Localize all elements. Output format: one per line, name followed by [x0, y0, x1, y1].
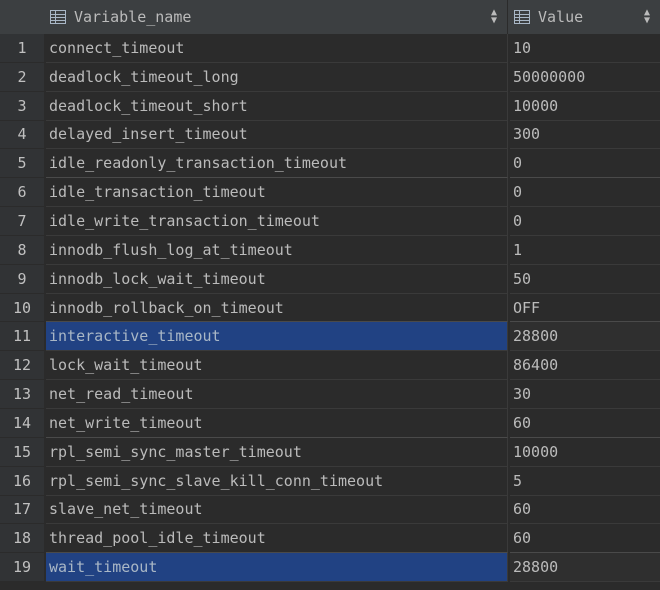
row-number[interactable]: 1 — [0, 34, 44, 63]
cell-value[interactable]: 60 — [510, 524, 660, 554]
row-number[interactable]: 3 — [0, 91, 44, 121]
table-row[interactable]: 11 interactive_timeout 28800 — [0, 322, 660, 352]
column-header-value[interactable]: Value ▲ ▼ — [510, 0, 660, 34]
row-number[interactable]: 6 — [0, 178, 44, 208]
cell-variable-name[interactable]: net_write_timeout — [46, 408, 508, 438]
cell-variable-name[interactable]: wait_timeout — [46, 553, 508, 583]
table-row[interactable]: 13 net_read_timeout 30 — [0, 380, 660, 409]
column-header-label: Value — [538, 8, 584, 26]
table-row[interactable]: 17 slave_net_timeout 60 — [0, 495, 660, 525]
table-row[interactable]: 8 innodb_flush_log_at_timeout 1 — [0, 235, 660, 265]
cell-value[interactable]: 0 — [510, 149, 660, 179]
cell-value[interactable]: 30 — [510, 380, 660, 409]
row-number[interactable]: 15 — [0, 437, 44, 467]
table-row[interactable]: 16 rpl_semi_sync_slave_kill_conn_timeout 5 — [0, 466, 660, 496]
row-number[interactable]: 12 — [0, 351, 44, 381]
cell-variable-name[interactable]: rpl_semi_sync_master_timeout — [46, 437, 508, 467]
cell-value[interactable]: 28800 — [510, 553, 660, 583]
cell-value[interactable]: OFF — [510, 294, 660, 323]
row-number[interactable]: 16 — [0, 466, 44, 496]
cell-variable-name[interactable]: idle_transaction_timeout — [46, 178, 508, 208]
cell-value[interactable]: 86400 — [510, 351, 660, 381]
cell-value[interactable]: 60 — [510, 409, 660, 438]
table-row[interactable]: 15 rpl_semi_sync_master_timeout 10000 — [0, 437, 660, 467]
result-grid: Variable_name ▲ ▼ Value ▲ ▼ 1 connect_timeo… — [0, 0, 660, 590]
row-number[interactable]: 8 — [0, 235, 44, 265]
cell-variable-name[interactable]: innodb_rollback_on_timeout — [46, 293, 508, 323]
cell-variable-name[interactable]: lock_wait_timeout — [46, 351, 508, 381]
cell-variable-name[interactable]: slave_net_timeout — [46, 495, 508, 525]
row-number[interactable]: 17 — [0, 495, 44, 525]
cell-value[interactable]: 5 — [510, 467, 660, 496]
cell-value[interactable]: 10000 — [510, 92, 660, 121]
grid-body: 1 connect_timeout 10 2 deadlock_timeout_long… — [0, 34, 660, 583]
cell-variable-name[interactable]: net_read_timeout — [46, 380, 508, 409]
cell-value[interactable]: 50 — [510, 265, 660, 294]
row-number[interactable]: 2 — [0, 62, 44, 92]
row-number-header — [0, 0, 44, 34]
row-number[interactable]: 11 — [0, 322, 44, 352]
table-row[interactable]: 2 deadlock_timeout_long 50000000 — [0, 62, 660, 92]
sort-arrows-icon[interactable]: ▲ ▼ — [491, 8, 497, 26]
table-row[interactable]: 9 innodb_lock_wait_timeout 50 — [0, 264, 660, 294]
cell-value[interactable]: 10000 — [510, 438, 660, 467]
cell-variable-name[interactable]: delayed_insert_timeout — [46, 120, 508, 150]
table-row[interactable]: 5 idle_readonly_transaction_timeout 0 — [0, 149, 660, 179]
cell-value[interactable]: 28800 — [510, 322, 660, 352]
cell-variable-name[interactable]: thread_pool_idle_timeout — [46, 524, 508, 554]
table-column-icon — [514, 10, 530, 24]
row-number[interactable]: 13 — [0, 380, 44, 409]
cell-variable-name[interactable]: rpl_semi_sync_slave_kill_conn_timeout — [46, 466, 508, 496]
table-row[interactable]: 10 innodb_rollback_on_timeout OFF — [0, 293, 660, 323]
table-column-icon — [50, 10, 66, 24]
row-number[interactable]: 9 — [0, 264, 44, 294]
cell-value[interactable]: 0 — [510, 178, 660, 208]
row-number[interactable]: 4 — [0, 120, 44, 150]
table-row[interactable]: 19 wait_timeout 28800 — [0, 553, 660, 583]
table-row[interactable]: 6 idle_transaction_timeout 0 — [0, 178, 660, 208]
cell-variable-name[interactable]: innodb_lock_wait_timeout — [46, 264, 508, 294]
row-number[interactable]: 10 — [0, 293, 44, 323]
table-row[interactable]: 3 deadlock_timeout_short 10000 — [0, 91, 660, 121]
table-row[interactable]: 12 lock_wait_timeout 86400 — [0, 351, 660, 381]
row-number[interactable]: 18 — [0, 524, 44, 554]
cell-variable-name[interactable]: idle_readonly_transaction_timeout — [46, 149, 508, 179]
row-number[interactable]: 5 — [0, 149, 44, 179]
sort-arrows-icon[interactable]: ▲ ▼ — [644, 8, 650, 26]
cell-variable-name[interactable]: innodb_flush_log_at_timeout — [46, 235, 508, 265]
row-number[interactable]: 7 — [0, 207, 44, 236]
grid-header: Variable_name ▲ ▼ Value ▲ ▼ — [0, 0, 660, 35]
cell-value[interactable]: 60 — [510, 496, 660, 525]
table-row[interactable]: 14 net_write_timeout 60 — [0, 408, 660, 438]
cell-value[interactable]: 50000000 — [510, 63, 660, 92]
column-header-variable-name[interactable]: Variable_name ▲ ▼ — [46, 0, 508, 34]
table-row[interactable]: 18 thread_pool_idle_timeout 60 — [0, 524, 660, 554]
cell-variable-name[interactable]: deadlock_timeout_long — [46, 62, 508, 92]
cell-value[interactable]: 300 — [510, 121, 660, 150]
column-header-label: Variable_name — [74, 8, 192, 26]
cell-value[interactable]: 1 — [510, 236, 660, 265]
cell-variable-name[interactable]: idle_write_transaction_timeout — [46, 207, 508, 236]
cell-value[interactable]: 10 — [510, 34, 660, 63]
row-number[interactable]: 14 — [0, 408, 44, 438]
table-row[interactable]: 7 idle_write_transaction_timeout 0 — [0, 207, 660, 236]
cell-value[interactable]: 0 — [510, 207, 660, 236]
row-number[interactable]: 19 — [0, 553, 44, 583]
table-row[interactable]: 1 connect_timeout 10 — [0, 34, 660, 63]
cell-variable-name[interactable]: connect_timeout — [46, 34, 508, 63]
cell-variable-name[interactable]: deadlock_timeout_short — [46, 91, 508, 121]
cell-variable-name[interactable]: interactive_timeout — [46, 322, 508, 352]
table-row[interactable]: 4 delayed_insert_timeout 300 — [0, 120, 660, 150]
